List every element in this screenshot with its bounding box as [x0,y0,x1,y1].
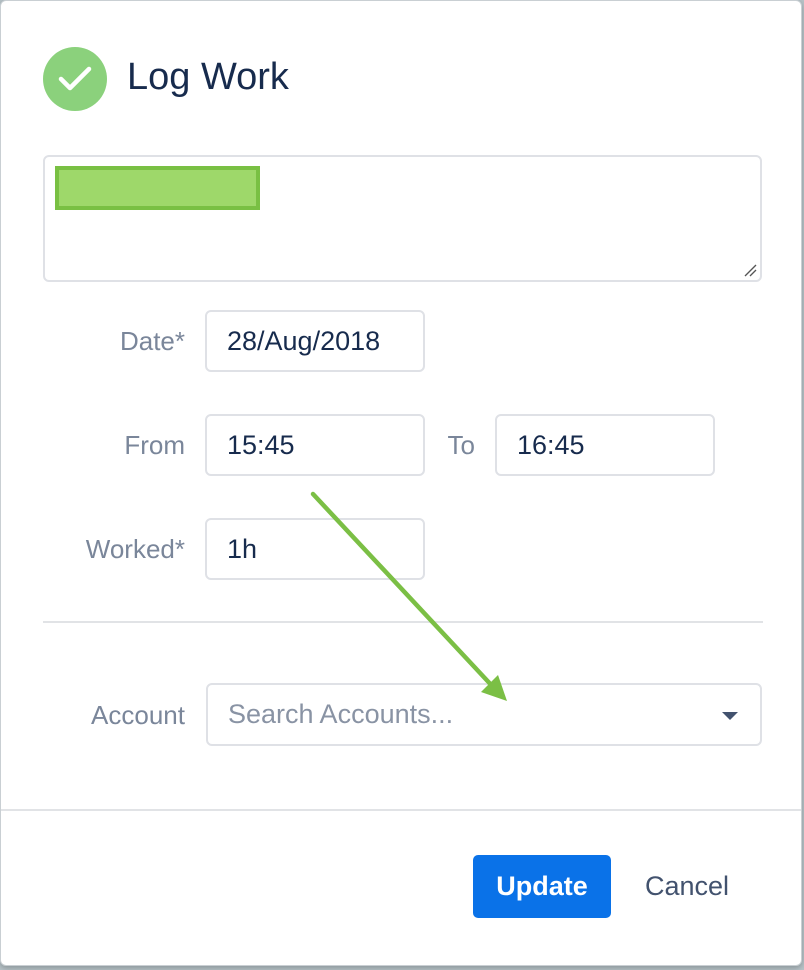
log-work-dialog: Log Work Date* 28/Aug/2018 From 15:45 To… [0,0,802,966]
date-input[interactable]: 28/Aug/2018 [205,310,425,372]
redacted-content [55,166,260,210]
cancel-button[interactable]: Cancel [633,855,741,918]
to-label: To [447,430,475,460]
dialog-title: Log Work [127,56,289,98]
date-label: Date* [119,326,185,356]
resize-handle-icon[interactable] [743,263,757,277]
worked-value: 1h [227,533,258,564]
annotation-arrow [310,491,507,701]
check-circle-icon [43,47,107,111]
worked-duration-input[interactable]: 1h [205,518,425,580]
date-value: 28/Aug/2018 [227,325,381,356]
section-divider [43,621,763,623]
worked-label: Worked* [85,534,185,564]
to-time-input[interactable]: 16:45 [495,414,715,476]
account-label: Account [91,700,185,730]
from-time-input[interactable]: 15:45 [205,414,425,476]
footer-divider [1,809,801,811]
to-time-value: 16:45 [517,429,585,460]
from-label: From [124,430,185,460]
work-description-textarea[interactable] [43,155,762,282]
from-time-value: 15:45 [227,429,295,460]
account-select[interactable]: Search Accounts... [206,683,762,746]
chevron-down-icon[interactable] [722,712,738,720]
account-placeholder: Search Accounts... [228,699,454,729]
update-button[interactable]: Update [473,855,611,918]
